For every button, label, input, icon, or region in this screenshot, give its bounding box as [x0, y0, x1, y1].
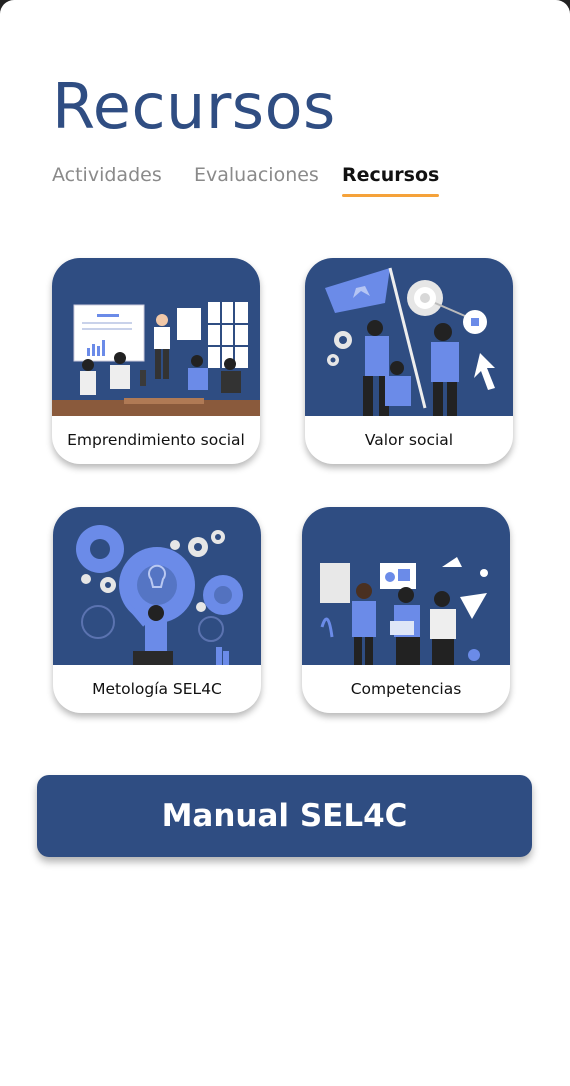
gears-lightbulb-illustration: [53, 507, 261, 665]
card-label: Emprendimiento social: [67, 431, 245, 449]
card-emprendimiento-social[interactable]: Emprendimiento social: [52, 258, 260, 464]
active-tab-indicator: [342, 194, 440, 197]
screen: Recursos Actividades Evaluaciones Recurs…: [0, 0, 570, 1086]
tab-actividades[interactable]: Actividades: [52, 164, 162, 186]
card-label: Metología SEL4C: [92, 680, 222, 698]
team-rocket-illustration: [302, 507, 510, 665]
page-title: Recursos: [52, 70, 336, 143]
presentation-illustration: [52, 258, 260, 416]
card-label: Valor social: [364, 431, 454, 449]
card-label: Competencias: [350, 680, 462, 698]
tab-bar: Actividades Evaluaciones Recursos: [52, 164, 532, 204]
tab-recursos[interactable]: Recursos: [342, 164, 440, 197]
card-valor-social[interactable]: Valor social: [305, 258, 513, 464]
card-metologia-sel4c[interactable]: Metología SEL4C: [53, 507, 261, 713]
team-flag-illustration: [305, 258, 513, 416]
card-competencias[interactable]: Competencias: [302, 507, 510, 713]
tab-evaluaciones[interactable]: Evaluaciones: [194, 164, 319, 186]
tab-recursos-label: Recursos: [342, 164, 440, 186]
manual-sel4c-button[interactable]: Manual SEL4C: [37, 775, 532, 857]
